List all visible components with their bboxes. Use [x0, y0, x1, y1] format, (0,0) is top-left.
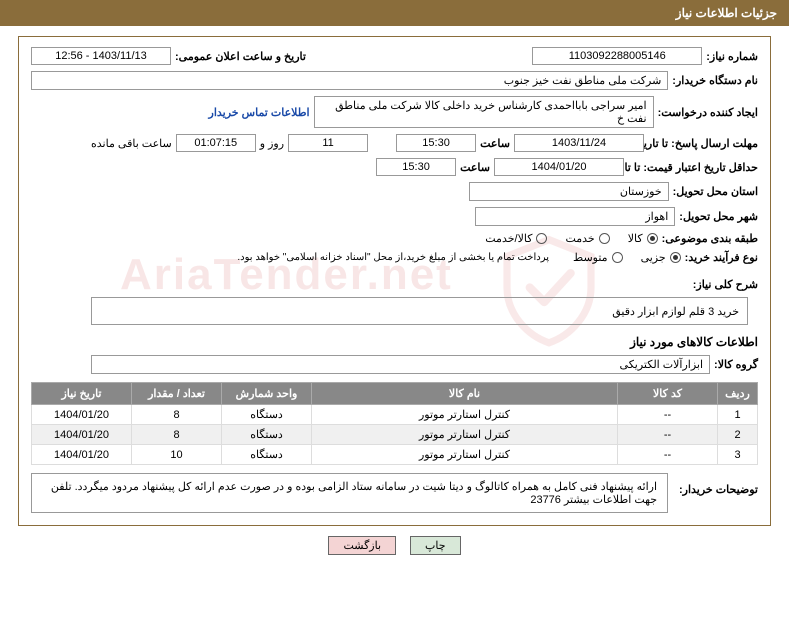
back-button[interactable]: بازگشت: [328, 536, 396, 555]
cell-code: --: [618, 405, 718, 425]
radio-both-label: کالا/خدمت: [485, 232, 532, 245]
print-button[interactable]: چاپ: [410, 536, 461, 555]
requester-value: امیر سراجی بابااحمدی کارشناس خرید داخلی …: [314, 96, 654, 128]
cell-unit: دستگاه: [222, 425, 312, 445]
table-row: 2 -- کنترل استارتر موتور دستگاه 8 1404/0…: [32, 425, 758, 445]
cell-name: کنترل استارتر موتور: [312, 445, 618, 465]
days-and-label: روز و: [260, 137, 284, 150]
announce-date-label: تاریخ و ساعت اعلان عمومی:: [175, 50, 306, 63]
cell-unit: دستگاه: [222, 405, 312, 425]
radio-service-label: خدمت: [565, 232, 594, 245]
need-number-value: 1103092288005146: [532, 47, 702, 65]
buyer-contact-link[interactable]: اطلاعات تماس خریدار: [209, 106, 310, 119]
need-desc-label: شرح کلی نیاز:: [693, 278, 758, 291]
table-row: 1 -- کنترل استارتر موتور دستگاه 8 1404/0…: [32, 405, 758, 425]
group-value: ابزارآلات الکتریکی: [91, 355, 710, 374]
cell-qty: 8: [132, 405, 222, 425]
radio-medium-label: متوسط: [573, 251, 608, 264]
payment-note: پرداخت تمام یا بخشی از مبلغ خرید،از محل …: [237, 252, 549, 263]
page-title: جزئیات اطلاعات نیاز: [0, 0, 789, 26]
validity-time-label: ساعت: [460, 161, 490, 174]
items-section-title: اطلاعات کالاهای مورد نیاز: [31, 335, 758, 349]
th-name: نام کالا: [312, 383, 618, 405]
radio-both[interactable]: [536, 233, 547, 244]
province-label: استان محل تحویل:: [673, 185, 758, 198]
deadline-date-value: 1403/11/24: [514, 134, 644, 152]
buyer-notes-value: ارائه پیشنهاد فنی کامل به همراه کاتالوگ …: [31, 473, 668, 513]
remaining-label: ساعت باقی مانده: [91, 137, 172, 150]
city-label: شهر محل تحویل:: [679, 210, 758, 223]
days-remaining-value: 11: [288, 134, 368, 152]
city-value: اهواز: [475, 207, 675, 226]
cell-row: 2: [718, 425, 758, 445]
validity-date-value: 1404/01/20: [494, 158, 624, 176]
details-panel: شماره نیاز: 1103092288005146 تاریخ و ساع…: [18, 36, 771, 526]
th-code: کد کالا: [618, 383, 718, 405]
group-label: گروه کالا:: [714, 358, 758, 371]
cell-unit: دستگاه: [222, 445, 312, 465]
th-qty: تعداد / مقدار: [132, 383, 222, 405]
requester-label: ایجاد کننده درخواست:: [658, 106, 758, 119]
table-row: 3 -- کنترل استارتر موتور دستگاه 10 1404/…: [32, 445, 758, 465]
radio-goods-label: کالا: [628, 232, 643, 245]
cell-qty: 10: [132, 445, 222, 465]
radio-goods[interactable]: [647, 233, 658, 244]
hours-remaining-value: 01:07:15: [176, 134, 256, 152]
need-desc-value: خرید 3 قلم لوازم ابزار دقیق: [91, 297, 748, 325]
cell-name: کنترل استارتر موتور: [312, 425, 618, 445]
category-label: طبقه بندی موضوعی:: [662, 232, 758, 245]
radio-medium[interactable]: [612, 252, 623, 263]
cell-need-date: 1404/01/20: [32, 405, 132, 425]
need-number-label: شماره نیاز:: [706, 50, 758, 63]
deadline-time-value: 15:30: [396, 134, 476, 152]
process-radio-group: جزیی متوسط: [573, 251, 681, 264]
th-unit: واحد شمارش: [222, 383, 312, 405]
validity-time-value: 15:30: [376, 158, 456, 176]
cell-row: 3: [718, 445, 758, 465]
cell-need-date: 1404/01/20: [32, 425, 132, 445]
buyer-org-label: نام دستگاه خریدار:: [672, 74, 758, 87]
province-value: خوزستان: [469, 182, 669, 201]
radio-partial-label: جزیی: [641, 251, 666, 264]
process-label: نوع فرآیند خرید:: [685, 251, 758, 264]
cell-need-date: 1404/01/20: [32, 445, 132, 465]
category-radio-group: کالا خدمت کالا/خدمت: [485, 232, 657, 245]
radio-partial[interactable]: [670, 252, 681, 263]
th-row: ردیف: [718, 383, 758, 405]
cell-name: کنترل استارتر موتور: [312, 405, 618, 425]
deadline-label: مهلت ارسال پاسخ: تا تاریخ:: [648, 137, 758, 150]
cell-code: --: [618, 445, 718, 465]
announce-date-value: 1403/11/13 - 12:56: [31, 47, 171, 65]
deadline-time-label: ساعت: [480, 137, 510, 150]
cell-qty: 8: [132, 425, 222, 445]
th-need-date: تاریخ نیاز: [32, 383, 132, 405]
items-table: ردیف کد کالا نام کالا واحد شمارش تعداد /…: [31, 382, 758, 465]
buyer-notes-label: توضیحات خریدار:: [668, 473, 758, 496]
cell-code: --: [618, 425, 718, 445]
radio-service[interactable]: [599, 233, 610, 244]
cell-row: 1: [718, 405, 758, 425]
validity-label: حداقل تاریخ اعتبار قیمت: تا تاریخ:: [628, 161, 758, 174]
buyer-org-value: شرکت ملی مناطق نفت خیز جنوب: [31, 71, 668, 90]
